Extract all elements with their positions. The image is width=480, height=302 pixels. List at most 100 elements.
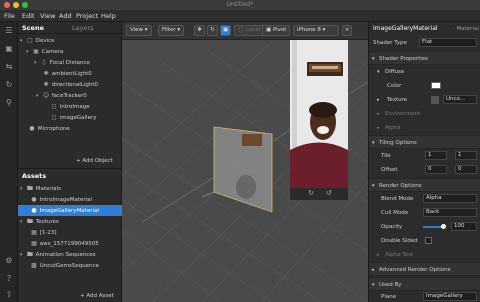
- opacity-row: Opacity 100: [369, 220, 480, 234]
- section-shader-properties[interactable]: ▾ Shader Properties: [369, 51, 480, 65]
- add-asset-button[interactable]: + Add Asset: [80, 293, 114, 299]
- plane-link[interactable]: ImageGallery: [423, 292, 477, 301]
- cube-icon[interactable]: ▣: [4, 44, 14, 54]
- plane-icon: ◻: [51, 103, 57, 110]
- tile-x-input[interactable]: 1: [425, 151, 447, 160]
- menu-help[interactable]: Help: [101, 12, 116, 20]
- tree-item-ambient-light[interactable]: ✺ ambientLight0: [42, 68, 91, 79]
- search-icon[interactable]: ⚲: [4, 98, 14, 108]
- double-sided-checkbox[interactable]: [425, 237, 432, 244]
- upload-icon[interactable]: ⇧: [4, 290, 14, 300]
- assets-title: Assets: [22, 172, 47, 180]
- offset-x-input[interactable]: 0: [425, 165, 447, 174]
- folder-icon: 🖿: [26, 218, 33, 225]
- chevron-down-icon: ▾: [372, 56, 375, 62]
- minimize-window-button[interactable]: [13, 2, 19, 8]
- opacity-input[interactable]: 100: [451, 222, 477, 231]
- plane-icon: ◻: [51, 114, 57, 121]
- device-preview[interactable]: ↻ ↺: [290, 40, 348, 200]
- tile-row: Tile 1 1: [369, 149, 480, 163]
- layers-icon[interactable]: ☰: [4, 26, 14, 36]
- diffuse-row[interactable]: ▾ Diffuse: [369, 65, 480, 79]
- preview-controls: ↻ ↺: [290, 188, 348, 200]
- tree-item-directional-light[interactable]: ✺ directionalLight0: [42, 79, 98, 90]
- move-tool-icon[interactable]: ✥: [194, 25, 205, 36]
- menu-add[interactable]: Add: [59, 12, 72, 20]
- tree-item-camera[interactable]: ▾ ▣ Camera: [26, 46, 63, 57]
- menu-file[interactable]: File: [4, 12, 15, 20]
- asset-image-gallery-material[interactable]: ● ImageGalleryMaterial: [18, 205, 122, 216]
- sequence-icon: ▩: [31, 262, 37, 269]
- menu-view[interactable]: View: [40, 12, 55, 20]
- texture-thumbnail: [431, 96, 439, 104]
- tree-item-device[interactable]: ▾ ▢ Device: [20, 35, 55, 46]
- tile-y-input[interactable]: 1: [455, 151, 477, 160]
- asset-label: IntroImageMaterial: [39, 197, 93, 203]
- scale-tool-icon[interactable]: ▣: [220, 25, 231, 36]
- asset-folder-materials[interactable]: ▾ 🖿 Materials: [20, 183, 61, 194]
- settings-icon[interactable]: ⚙: [4, 256, 14, 266]
- asset-uncut-gems-sequence[interactable]: ▩ UncutGemsSequence: [30, 260, 99, 271]
- asset-texture-sequence[interactable]: ▦ [1-23]: [30, 227, 56, 238]
- close-window-button[interactable]: [4, 2, 10, 8]
- rotate-device-icon[interactable]: ↺: [326, 189, 332, 197]
- alpha-test-row[interactable]: ▸ Alpha Test: [369, 248, 480, 262]
- tab-layers[interactable]: Layers: [72, 24, 94, 32]
- tree-item-image-gallery[interactable]: ◻ imageGallery: [50, 112, 97, 123]
- tree-item-microphone[interactable]: ● Microphone: [28, 123, 69, 134]
- tree-item-label: introImage: [59, 104, 90, 110]
- device-dropdown[interactable]: iPhone 8 ▾: [293, 25, 339, 36]
- texture-icon: ▦: [31, 229, 37, 236]
- opacity-slider-track[interactable]: [423, 226, 443, 228]
- tool-rail: ☰ ▣ ⇆ ↻ ⚲ ⚙ ? ⇧: [0, 22, 18, 302]
- environment-row[interactable]: ▸ Environment: [369, 107, 480, 121]
- viewport[interactable]: View ▾ Filter ▾ ✥ ↻ ▣ ◯ Local ▣ Pivot iP…: [122, 22, 368, 302]
- tree-item-focal-distance[interactable]: ▾ ◊ Focal Distance: [34, 57, 90, 68]
- chevron-right-icon: ▸: [377, 97, 380, 103]
- asset-folder-animation-sequences[interactable]: ▾ 🖿 Animation Sequences: [20, 249, 96, 260]
- texture-select[interactable]: Unco...: [443, 95, 477, 104]
- offset-y-input[interactable]: 0: [455, 165, 477, 174]
- tree-item-face-tracker[interactable]: ▾ ☺ faceTracker0: [36, 90, 87, 101]
- tree-item-label: Camera: [41, 49, 64, 55]
- tree-item-label: Device: [35, 38, 55, 44]
- section-render-options[interactable]: ▾ Render Options: [369, 178, 480, 192]
- zoom-window-button[interactable]: [22, 2, 28, 8]
- material-icon: ●: [31, 196, 37, 203]
- restart-icon[interactable]: ↻: [308, 189, 314, 197]
- section-advanced-render-options[interactable]: ▸ Advanced Render Options: [369, 262, 480, 276]
- help-icon[interactable]: ?: [4, 274, 14, 284]
- add-object-button[interactable]: + Add Object: [76, 158, 113, 164]
- asset-folder-textures[interactable]: ▾ 🖿 Textures: [20, 216, 59, 227]
- asset-intro-image-material[interactable]: ● IntroImageMaterial: [30, 194, 92, 205]
- inspector-panel: ImageGalleryMaterial · Material Shader T…: [368, 22, 480, 302]
- tree-item-intro-image[interactable]: ◻ introImage: [50, 101, 90, 112]
- shader-type-select[interactable]: Flat: [419, 38, 477, 47]
- folder-icon: 🖿: [26, 185, 33, 192]
- blend-mode-select[interactable]: Alpha: [423, 194, 477, 203]
- rotate-tool-icon[interactable]: ↻: [207, 25, 218, 36]
- assets-panel: Assets ▾ 🖿 Materials ● IntroImageMaterial…: [18, 168, 122, 302]
- tab-scene[interactable]: Scene: [22, 24, 44, 32]
- pivot-toggle[interactable]: ▣ Pivot: [262, 25, 291, 36]
- opacity-slider-handle[interactable]: [441, 224, 446, 229]
- cull-mode-select[interactable]: Back: [423, 208, 477, 217]
- light-icon: ✺: [43, 81, 49, 88]
- tree-item-label: Focal Distance: [49, 60, 90, 66]
- section-tiling-options[interactable]: ▾ Tiling Options: [369, 135, 480, 149]
- double-sided-row: Double Sided: [369, 234, 480, 248]
- shuffle-icon[interactable]: ⇆: [4, 62, 14, 72]
- section-used-by[interactable]: ▾ Used By: [369, 277, 480, 291]
- asset-texture-aws[interactable]: ▦ aws_1577199049505: [30, 238, 99, 249]
- refresh-icon[interactable]: ↻: [4, 80, 14, 90]
- menu-edit[interactable]: Edit: [22, 12, 35, 20]
- alpha-row[interactable]: ▸ Alpha: [369, 121, 480, 135]
- local-toggle[interactable]: ◯ Local: [234, 25, 265, 36]
- menu-project[interactable]: Project: [76, 12, 98, 20]
- chevron-right-icon: ▸: [372, 267, 375, 273]
- view-dropdown[interactable]: View ▾: [126, 25, 152, 36]
- close-preview-icon[interactable]: ×: [342, 25, 352, 36]
- filter-dropdown[interactable]: Filter ▾: [158, 25, 185, 36]
- device-icon: ▢: [27, 37, 33, 44]
- color-swatch[interactable]: [431, 82, 441, 89]
